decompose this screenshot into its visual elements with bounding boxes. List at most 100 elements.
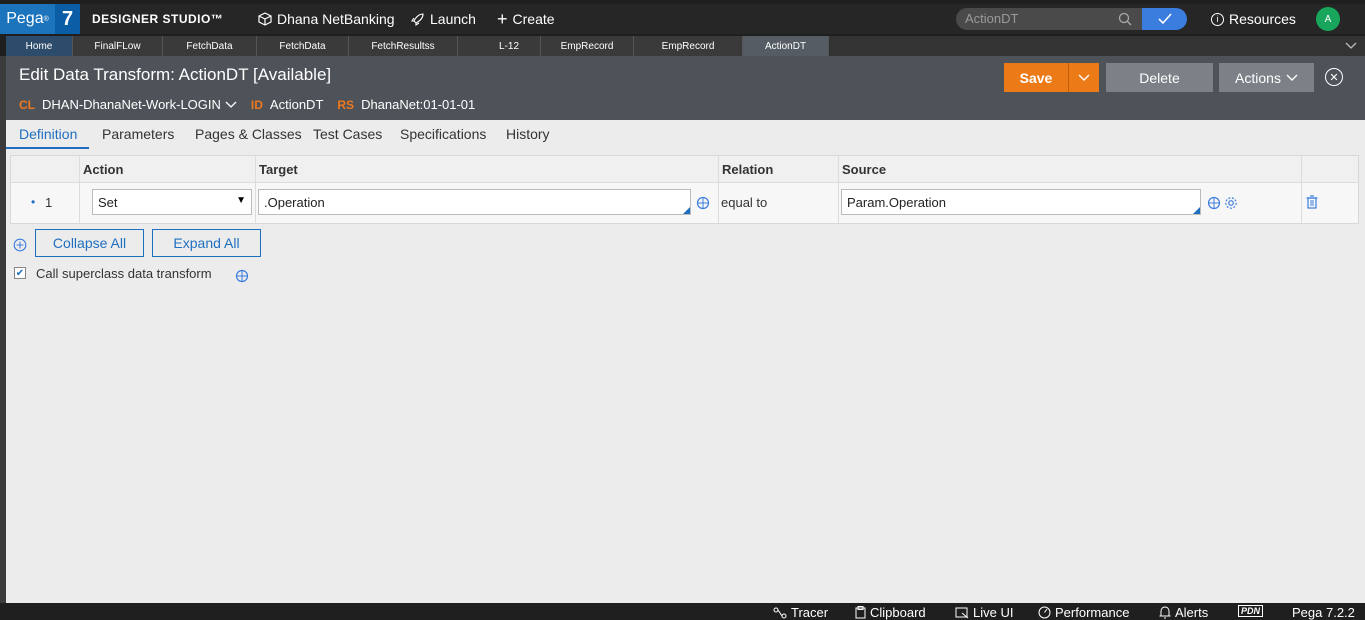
work-tab-label: L-12	[498, 40, 519, 52]
action-select[interactable]: Set ▼	[92, 189, 252, 215]
search-input[interactable]: ActionDT	[956, 8, 1142, 30]
application-menu[interactable]: Dhana NetBanking	[258, 11, 395, 27]
autocomplete-corner-icon	[683, 207, 690, 214]
delete-button[interactable]: Delete	[1106, 63, 1213, 92]
crosshair-icon[interactable]	[1207, 196, 1221, 210]
ruleset-value: DhanaNet:01-01-01	[361, 97, 476, 112]
actions-label: Actions	[1235, 69, 1281, 86]
dropdown-arrow-icon: ▼	[236, 195, 246, 206]
gauge-icon	[1038, 606, 1051, 619]
tracer-button[interactable]: Tracer	[773, 605, 828, 620]
checkmark-icon	[1157, 13, 1172, 25]
clipboard-icon	[855, 606, 866, 619]
tab-parameters[interactable]: Parameters	[102, 126, 174, 142]
work-tab[interactable]: FinalFLow	[73, 36, 163, 56]
performance-button[interactable]: Performance	[1038, 605, 1129, 620]
cube-icon	[258, 12, 272, 26]
crosshair-icon[interactable]	[235, 269, 249, 283]
class-name: DHAN-DhanaNet-Work-LOGIN	[42, 97, 221, 112]
chevron-down-icon	[1286, 74, 1298, 81]
save-button[interactable]: Save	[1004, 63, 1068, 92]
live-ui-button[interactable]: Live UI	[955, 605, 1013, 620]
logo-version: 7	[55, 4, 80, 34]
work-tab[interactable]: EmpRecord	[541, 36, 634, 56]
tracer-icon	[773, 607, 787, 618]
tab-specifications[interactable]: Specifications	[400, 126, 486, 142]
launch-label: Launch	[430, 11, 476, 27]
action-cell: Set ▼	[79, 183, 255, 223]
rule-form: Definition Parameters Pages & Classes Te…	[6, 120, 1365, 603]
add-row-icon[interactable]	[13, 238, 27, 252]
table-row: • 1 Set ▼ .Operation equal to Param.Oper…	[11, 183, 1358, 223]
expand-bullet[interactable]: •	[31, 195, 35, 209]
tab-test-cases[interactable]: Test Cases	[313, 126, 382, 142]
header-relation: Relation	[718, 156, 838, 183]
superclass-checkbox[interactable]: ✔	[14, 267, 26, 279]
live-ui-icon	[955, 607, 969, 618]
application-name: Dhana NetBanking	[277, 11, 395, 27]
rule-meta: CL DHAN-DhanaNet-Work-LOGIN ID ActionDT …	[19, 97, 489, 112]
source-input[interactable]: Param.Operation	[841, 189, 1201, 215]
pdn-logo: PDN	[1238, 605, 1264, 617]
work-tab-active[interactable]: ActionDT	[743, 36, 829, 56]
work-tab[interactable]: L-12	[458, 36, 541, 56]
gear-icon[interactable]	[1224, 196, 1238, 210]
expand-all-button[interactable]: Expand All	[152, 229, 261, 257]
pdn-link[interactable]: PDN	[1238, 605, 1264, 617]
action-value: Set	[98, 195, 118, 210]
target-input[interactable]: .Operation	[258, 189, 691, 215]
bell-icon	[1159, 606, 1171, 619]
relation-value: equal to	[721, 195, 768, 210]
alerts-label: Alerts	[1175, 605, 1209, 620]
performance-label: Performance	[1055, 605, 1130, 620]
grid-header: Action Target Relation Source	[11, 156, 1358, 183]
resources-menu[interactable]: i Resources	[1211, 11, 1296, 27]
work-tab-home[interactable]: Home	[6, 36, 73, 56]
search-value: ActionDT	[965, 11, 1019, 26]
create-menu[interactable]: + Create	[497, 9, 555, 29]
live-ui-label: Live UI	[973, 605, 1014, 620]
app-frame: Pega ® 7 DESIGNER STUDIO™ Dhana NetBankin…	[0, 0, 1365, 620]
class-value[interactable]: DHAN-DhanaNet-Work-LOGIN	[42, 97, 237, 112]
delete-cell	[1301, 183, 1358, 223]
target-value: .Operation	[264, 195, 325, 210]
work-tab[interactable]: EmpRecord	[634, 36, 743, 56]
crosshair-icon[interactable]	[696, 196, 710, 210]
relation-cell: equal to	[718, 183, 838, 223]
info-icon: i	[1211, 12, 1224, 26]
tab-definition[interactable]: Definition	[19, 126, 77, 142]
top-bar: Pega ® 7 DESIGNER STUDIO™ Dhana NetBankin…	[0, 4, 1365, 34]
tab-pages-classes[interactable]: Pages & Classes	[195, 126, 302, 142]
search-submit-button[interactable]	[1142, 8, 1187, 30]
rule-tabs: Definition Parameters Pages & Classes Te…	[6, 120, 1365, 149]
work-tab[interactable]: FetchData	[163, 36, 257, 56]
collapse-all-button[interactable]: Collapse All	[35, 229, 144, 257]
rule-header: Edit Data Transform: ActionDT [Available…	[6, 56, 1365, 120]
chevron-down-icon	[225, 101, 237, 108]
chevron-down-icon[interactable]	[1345, 40, 1357, 52]
ruleset-key: RS	[337, 97, 355, 112]
close-icon[interactable]: ✕	[1325, 68, 1343, 86]
create-label: Create	[512, 11, 555, 27]
actions-button[interactable]: Actions	[1219, 63, 1314, 92]
work-tabs-bar: Home FinalFLow FetchData FetchData Fetch…	[6, 36, 1365, 56]
clipboard-button[interactable]: Clipboard	[855, 605, 926, 620]
save-options-button[interactable]	[1068, 63, 1099, 92]
header-source: Source	[838, 156, 1301, 183]
developer-toolbar: Tracer Clipboard Live UI Performance Ale…	[6, 603, 1365, 620]
page-title: Edit Data Transform: ActionDT [Available…	[19, 65, 332, 84]
chevron-down-icon	[1078, 74, 1090, 81]
trash-icon[interactable]	[1306, 195, 1318, 209]
tab-history[interactable]: History	[506, 126, 550, 142]
launch-menu[interactable]: Launch	[410, 11, 476, 27]
resources-label: Resources	[1229, 11, 1296, 27]
pega-logo[interactable]: Pega ® 7	[0, 4, 80, 34]
user-avatar[interactable]: A	[1316, 7, 1340, 31]
transform-grid: Action Target Relation Source • 1 Set ▼	[10, 155, 1359, 224]
alerts-button[interactable]: Alerts	[1159, 605, 1208, 620]
work-tab[interactable]: FetchResultss	[349, 36, 458, 56]
id-value: ActionDT	[269, 97, 324, 112]
work-tab[interactable]: FetchData	[257, 36, 349, 56]
plus-icon: +	[497, 9, 508, 29]
header-target: Target	[255, 156, 718, 183]
